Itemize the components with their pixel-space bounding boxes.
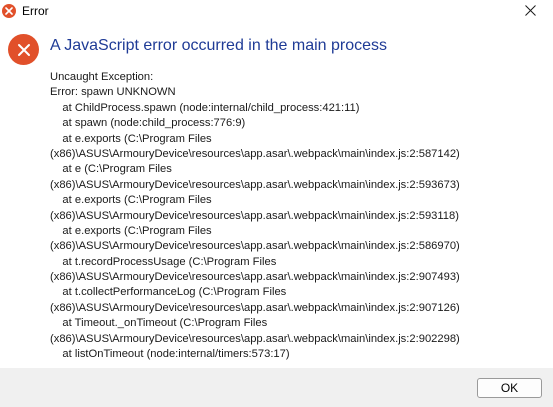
message-line: (x86)\ASUS\ArmouryDevice\resources\app.a… — [50, 240, 460, 253]
message-line: Error: spawn UNKNOWN — [50, 86, 176, 99]
message-line: (x86)\ASUS\ArmouryDevice\resources\app.a… — [50, 178, 460, 191]
ok-button[interactable]: OK — [477, 378, 542, 398]
error-heading: A JavaScript error occurred in the main … — [50, 37, 388, 54]
message-line: (x86)\ASUS\ArmouryDevice\resources\app.a… — [50, 209, 459, 222]
message-line: at e.exports (C:\Program Files — [50, 224, 212, 237]
message-line: at e (C:\Program Files — [50, 163, 172, 176]
message-line: at e.exports (C:\Program Files — [50, 194, 212, 207]
dialog-content: A JavaScript error occurred in the main … — [0, 24, 553, 368]
message-line: Uncaught Exception: — [50, 71, 154, 83]
error-x-icon — [8, 34, 39, 65]
message-line: (x86)\ASUS\ArmouryDevice\resources\app.a… — [50, 332, 460, 345]
error-message: Uncaught Exception: Error: spawn UNKNOWN … — [50, 70, 550, 362]
message-line: at spawn (node:child_process:776:9) — [50, 117, 246, 130]
close-button[interactable] — [507, 0, 553, 24]
error-dialog-window: Error A JavaScript error occurred in the… — [0, 0, 553, 407]
message-line: at ChildProcess.spawn (node:internal/chi… — [50, 101, 360, 114]
title-bar[interactable]: Error — [0, 0, 553, 24]
message-line: (x86)\ASUS\ArmouryDevice\resources\app.a… — [50, 301, 460, 314]
message-line: (x86)\ASUS\ArmouryDevice\resources\app.a… — [50, 147, 460, 160]
message-line: at e.exports (C:\Program Files — [50, 132, 212, 145]
error-x-icon — [2, 4, 16, 18]
message-line: (x86)\ASUS\ArmouryDevice\resources\app.a… — [50, 271, 460, 284]
message-line: at t.recordProcessUsage (C:\Program File… — [50, 255, 277, 268]
message-line: at t.collectPerformanceLog (C:\Program F… — [50, 286, 287, 299]
window-title: Error — [22, 4, 49, 18]
dialog-footer: OK — [0, 368, 553, 407]
close-icon — [524, 3, 536, 21]
message-line: at listOnTimeout (node:internal/timers:5… — [50, 348, 290, 361]
message-line: at Timeout._onTimeout (C:\Program Files — [50, 317, 268, 330]
